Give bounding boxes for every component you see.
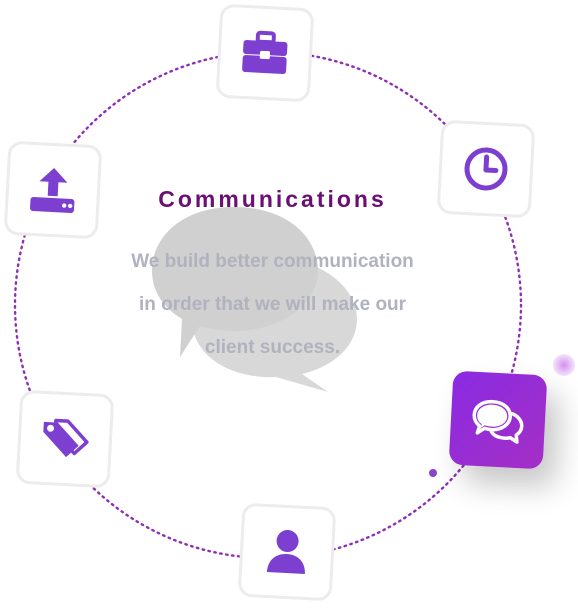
upload-icon <box>30 168 75 213</box>
node-communications[interactable] <box>448 370 548 470</box>
description-line: client success. <box>204 337 341 358</box>
feature-description-text: We build better communication in order t… <box>100 240 445 369</box>
user-icon <box>266 530 305 574</box>
node-clock[interactable] <box>436 119 536 219</box>
tags-icon <box>43 418 89 458</box>
feature-title: Communications <box>158 186 387 212</box>
feature-description: Communications We build better communica… <box>100 180 445 392</box>
glow-dot <box>553 354 575 376</box>
chat-bubbles-icon <box>472 399 524 444</box>
accent-dot <box>429 469 437 477</box>
description-line: We build better communication <box>131 251 414 272</box>
description-line: in order that we will make our <box>138 294 407 315</box>
node-tags[interactable] <box>15 389 115 489</box>
node-user[interactable] <box>237 502 337 602</box>
node-upload[interactable] <box>3 140 103 240</box>
node-briefcase[interactable] <box>215 3 315 103</box>
communications-feature-wheel: Communications We build better communica… <box>0 0 578 608</box>
briefcase-icon <box>242 30 288 74</box>
clock-icon <box>464 147 508 191</box>
